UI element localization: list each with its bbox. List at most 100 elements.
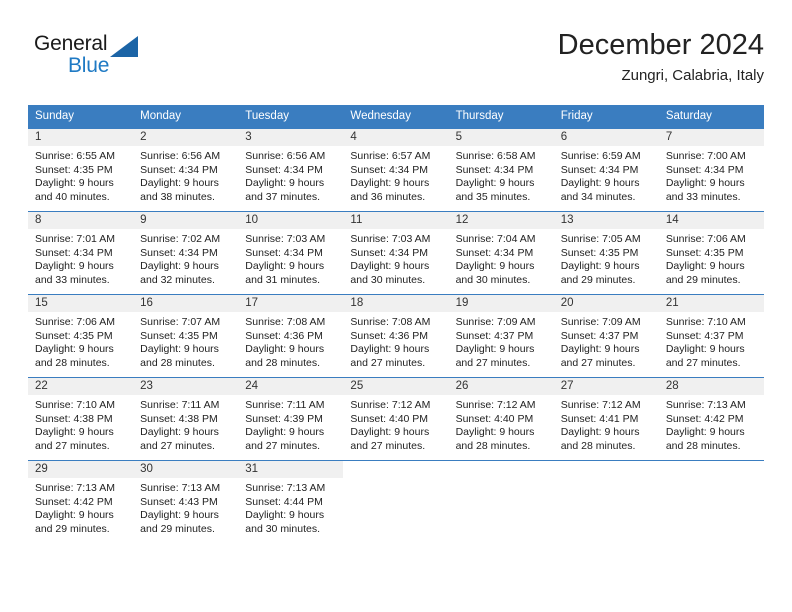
day-number <box>658 461 764 478</box>
day-number: 22 <box>28 378 134 395</box>
day-details: Sunrise: 7:06 AM Sunset: 4:35 PM Daylight:… <box>659 229 764 287</box>
calendar-day-cell[interactable]: 6 Sunrise: 6:59 AM Sunset: 4:34 PM Daylight… <box>553 128 659 212</box>
calendar-day-cell[interactable]: 29 Sunrise: 7:13 AM Sunset: 4:42 PM Dayligh… <box>28 460 134 543</box>
day-details: Sunrise: 7:13 AM Sunset: 4:44 PM Daylight:… <box>238 478 343 536</box>
daylight-text-line1: Daylight: 9 hours <box>140 426 219 439</box>
calendar-day-cell[interactable]: 26 Sunrise: 7:12 AM Sunset: 4:40 PM Dayligh… <box>448 377 554 461</box>
calendar-day-cell[interactable]: 19 Sunrise: 7:09 AM Sunset: 4:37 PM Dayligh… <box>448 294 554 378</box>
day-number: 15 <box>28 295 134 312</box>
sunrise-text: Sunrise: 7:07 AM <box>140 316 221 328</box>
calendar-day-cell[interactable]: 17 Sunrise: 7:08 AM Sunset: 4:36 PM Dayligh… <box>238 294 344 378</box>
daylight-text-line1: Daylight: 9 hours <box>140 343 219 356</box>
day-number: 20 <box>553 295 659 312</box>
sunset-text: Sunset: 4:35 PM <box>35 329 113 342</box>
day-cell-inner: 29 Sunrise: 7:13 AM Sunset: 4:42 PM Dayligh… <box>28 461 134 543</box>
sunrise-text: Sunrise: 7:09 AM <box>560 316 641 328</box>
sunrise-text: Sunrise: 7:08 AM <box>350 316 431 328</box>
daylight-text-line2: and 37 minutes. <box>245 190 320 203</box>
sunrise-text: Sunrise: 7:13 AM <box>35 482 115 494</box>
day-cell-inner: 2 Sunrise: 6:56 AM Sunset: 4:34 PM Daylight… <box>133 129 239 211</box>
calendar-day-cell[interactable]: 18 Sunrise: 7:08 AM Sunset: 4:36 PM Dayligh… <box>343 294 449 378</box>
sunset-text: Sunset: 4:34 PM <box>140 163 218 176</box>
calendar-day-cell[interactable]: 15 Sunrise: 7:06 AM Sunset: 4:35 PM Dayligh… <box>28 294 134 378</box>
day-cell-inner <box>658 461 764 543</box>
sunset-text: Sunset: 4:34 PM <box>350 163 429 176</box>
daylight-text-line1: Daylight: 9 hours <box>140 509 219 522</box>
daylight-text-line1: Daylight: 9 hours <box>455 426 535 439</box>
sunrise-text: Sunrise: 7:11 AM <box>140 399 220 411</box>
calendar-day-cell-empty <box>343 460 449 543</box>
sunset-text: Sunset: 4:41 PM <box>560 412 639 425</box>
calendar-day-cell[interactable]: 30 Sunrise: 7:13 AM Sunset: 4:43 PM Dayligh… <box>133 460 239 543</box>
day-number: 18 <box>343 295 449 312</box>
daylight-text-line1: Daylight: 9 hours <box>560 426 640 439</box>
calendar-day-cell[interactable]: 20 Sunrise: 7:09 AM Sunset: 4:37 PM Dayligh… <box>553 294 659 378</box>
day-number: 14 <box>658 212 764 229</box>
day-cell-inner: 3 Sunrise: 6:56 AM Sunset: 4:34 PM Daylight… <box>238 129 344 211</box>
day-details: Sunrise: 7:13 AM Sunset: 4:42 PM Daylight:… <box>28 478 133 536</box>
sunrise-text: Sunrise: 7:12 AM <box>350 399 431 411</box>
day-details: Sunrise: 7:03 AM Sunset: 4:34 PM Daylight:… <box>343 229 448 287</box>
daylight-text-line2: and 27 minutes. <box>560 356 636 369</box>
calendar-day-cell[interactable]: 23 Sunrise: 7:11 AM Sunset: 4:38 PM Dayligh… <box>133 377 239 461</box>
general-blue-logo[interactable]: General Blue <box>34 32 214 90</box>
day-details: Sunrise: 7:01 AM Sunset: 4:34 PM Daylight:… <box>28 229 133 287</box>
day-number: 4 <box>343 129 449 146</box>
calendar-week-row: 8 Sunrise: 7:01 AM Sunset: 4:34 PM Daylight… <box>28 211 764 295</box>
calendar-day-cell[interactable]: 16 Sunrise: 7:07 AM Sunset: 4:35 PM Dayligh… <box>133 294 239 378</box>
day-number: 3 <box>238 129 344 146</box>
calendar-day-cell[interactable]: 24 Sunrise: 7:11 AM Sunset: 4:39 PM Dayligh… <box>238 377 344 461</box>
sunrise-text: Sunrise: 6:56 AM <box>245 150 326 162</box>
calendar-day-cell[interactable]: 11 Sunrise: 7:03 AM Sunset: 4:34 PM Dayligh… <box>343 211 449 295</box>
calendar-day-cell[interactable]: 10 Sunrise: 7:03 AM Sunset: 4:34 PM Dayligh… <box>238 211 344 295</box>
calendar-day-cell[interactable]: 22 Sunrise: 7:10 AM Sunset: 4:38 PM Dayligh… <box>28 377 134 461</box>
day-cell-inner: 9 Sunrise: 7:02 AM Sunset: 4:34 PM Daylight… <box>133 212 239 294</box>
day-details: Sunrise: 6:58 AM Sunset: 4:34 PM Daylight:… <box>449 146 554 204</box>
calendar-day-cell[interactable]: 9 Sunrise: 7:02 AM Sunset: 4:34 PM Daylight… <box>133 211 239 295</box>
calendar-day-cell[interactable]: 8 Sunrise: 7:01 AM Sunset: 4:34 PM Daylight… <box>28 211 134 295</box>
daylight-text-line2: and 27 minutes. <box>665 356 741 369</box>
day-details: Sunrise: 6:56 AM Sunset: 4:34 PM Daylight:… <box>238 146 343 204</box>
calendar-day-cell[interactable]: 3 Sunrise: 6:56 AM Sunset: 4:34 PM Daylight… <box>238 128 344 212</box>
day-cell-inner: 20 Sunrise: 7:09 AM Sunset: 4:37 PM Dayligh… <box>553 295 659 377</box>
sunrise-text: Sunrise: 6:59 AM <box>560 150 641 162</box>
day-number <box>448 461 554 478</box>
daylight-text-line2: and 33 minutes. <box>35 273 110 286</box>
daylight-text-line2: and 32 minutes. <box>140 273 215 286</box>
daylight-text-line1: Daylight: 9 hours <box>665 426 745 439</box>
sunrise-text: Sunrise: 7:03 AM <box>350 233 431 245</box>
daylight-text-line1: Daylight: 9 hours <box>245 343 325 356</box>
sunrise-text: Sunrise: 7:10 AM <box>35 399 115 411</box>
calendar-day-cell[interactable]: 12 Sunrise: 7:04 AM Sunset: 4:34 PM Dayligh… <box>448 211 554 295</box>
sunset-text: Sunset: 4:34 PM <box>560 163 639 176</box>
day-number: 10 <box>238 212 344 229</box>
daylight-text-line2: and 33 minutes. <box>665 190 741 203</box>
daylight-text-line2: and 27 minutes. <box>140 439 215 452</box>
calendar-day-cell[interactable]: 14 Sunrise: 7:06 AM Sunset: 4:35 PM Dayligh… <box>658 211 764 295</box>
calendar-day-cell[interactable]: 25 Sunrise: 7:12 AM Sunset: 4:40 PM Dayligh… <box>343 377 449 461</box>
calendar-day-cell[interactable]: 28 Sunrise: 7:13 AM Sunset: 4:42 PM Dayligh… <box>658 377 764 461</box>
day-details: Sunrise: 7:11 AM Sunset: 4:38 PM Daylight:… <box>133 395 238 453</box>
sunrise-text: Sunrise: 6:55 AM <box>35 150 115 162</box>
day-number: 11 <box>343 212 449 229</box>
sunrise-text: Sunrise: 6:58 AM <box>455 150 536 162</box>
day-number: 19 <box>448 295 554 312</box>
sunset-text: Sunset: 4:34 PM <box>665 163 744 176</box>
calendar-day-cell[interactable]: 21 Sunrise: 7:10 AM Sunset: 4:37 PM Dayligh… <box>658 294 764 378</box>
calendar-day-cell[interactable]: 1 Sunrise: 6:55 AM Sunset: 4:35 PM Daylight… <box>28 128 134 212</box>
calendar-day-cell[interactable]: 13 Sunrise: 7:05 AM Sunset: 4:35 PM Dayligh… <box>553 211 659 295</box>
calendar-day-cell[interactable]: 7 Sunrise: 7:00 AM Sunset: 4:34 PM Daylight… <box>658 128 764 212</box>
calendar-day-cell[interactable]: 4 Sunrise: 6:57 AM Sunset: 4:34 PM Daylight… <box>343 128 449 212</box>
daylight-text-line2: and 28 minutes. <box>665 439 741 452</box>
day-details: Sunrise: 6:56 AM Sunset: 4:34 PM Daylight:… <box>133 146 238 204</box>
calendar-day-cell[interactable]: 5 Sunrise: 6:58 AM Sunset: 4:34 PM Daylight… <box>448 128 554 212</box>
daylight-text-line2: and 35 minutes. <box>455 190 531 203</box>
sunset-text: Sunset: 4:40 PM <box>455 412 534 425</box>
calendar-day-cell[interactable]: 31 Sunrise: 7:13 AM Sunset: 4:44 PM Dayligh… <box>238 460 344 543</box>
calendar-day-cell[interactable]: 2 Sunrise: 6:56 AM Sunset: 4:34 PM Daylight… <box>133 128 239 212</box>
daylight-text-line1: Daylight: 9 hours <box>560 260 640 273</box>
calendar-day-cell[interactable]: 27 Sunrise: 7:12 AM Sunset: 4:41 PM Dayligh… <box>553 377 659 461</box>
sunrise-text: Sunrise: 7:12 AM <box>560 399 641 411</box>
daylight-text-line2: and 28 minutes. <box>245 356 320 369</box>
daylight-text-line2: and 36 minutes. <box>350 190 426 203</box>
